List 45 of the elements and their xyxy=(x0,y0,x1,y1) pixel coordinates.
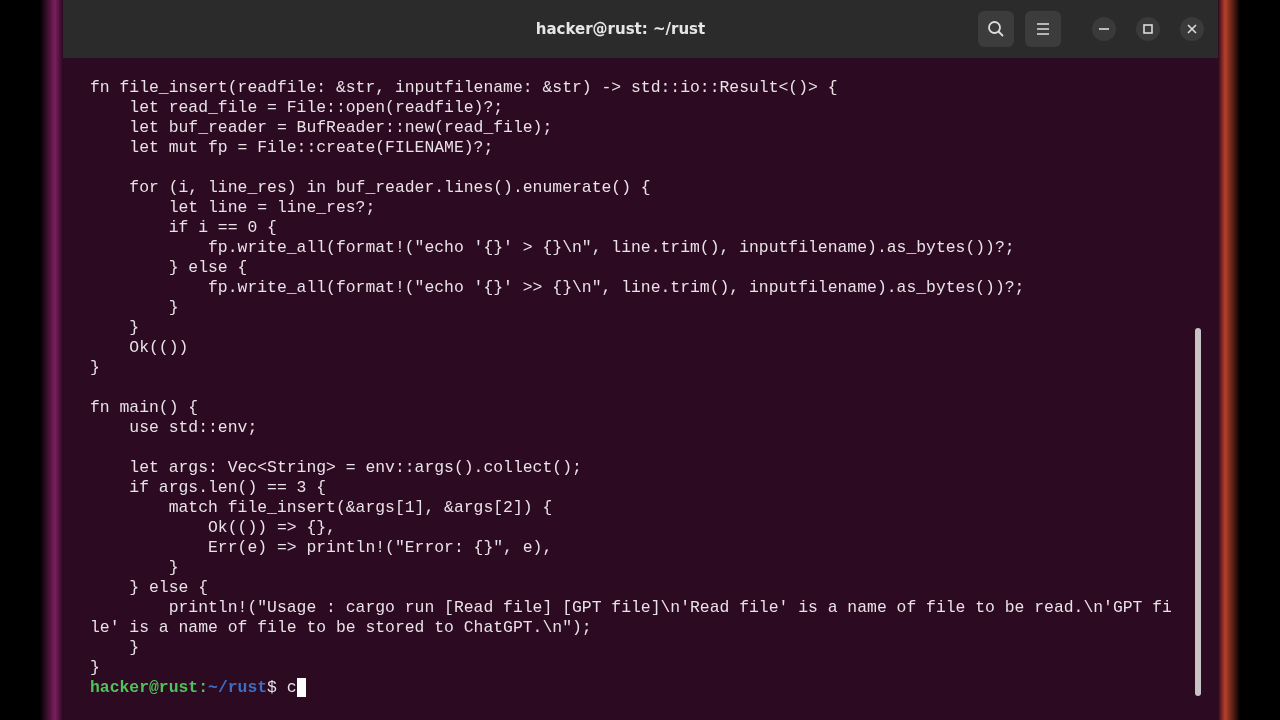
minimize-button[interactable] xyxy=(1092,17,1116,41)
code-line: let mut fp = File::create(FILENAME)?; xyxy=(128,138,495,158)
maximize-icon xyxy=(1143,24,1153,34)
search-button[interactable] xyxy=(978,11,1014,47)
code-line: } xyxy=(128,318,141,338)
code-line: fp.write_all(format!("echo '{}' >> {}\n", line.trim(), inputfilename).as_bytes())?; xyxy=(207,278,1026,298)
code-line: for (i, line_res) in buf_reader.lines().enumerate() { xyxy=(128,178,652,198)
maximize-button[interactable] xyxy=(1136,17,1160,41)
code-line: match file_insert(&args[1], &args[2]) { xyxy=(167,498,554,518)
code-line: if args.len() == 3 { xyxy=(128,478,328,498)
code-line: let args: Vec<String> = env::args().collect(); xyxy=(128,458,583,478)
prompt-separator: : xyxy=(198,678,209,697)
code-line: use std::env; xyxy=(128,418,259,438)
code-line: } else { xyxy=(128,578,210,598)
code-line: let buf_reader = BufReader::new(read_file); xyxy=(128,118,554,138)
close-icon xyxy=(1187,24,1197,34)
code-line: } xyxy=(167,298,180,318)
prompt-user-host: hacker@rust xyxy=(90,678,199,697)
code-line: } xyxy=(90,358,101,378)
code-line: Ok(()) => {}, xyxy=(207,518,337,538)
code-line: fp.write_all(format!("echo '{}' > {}\n", line.trim(), inputfilename).as_bytes())?; xyxy=(207,238,1016,258)
text-cursor xyxy=(296,678,307,697)
code-line: } xyxy=(167,558,180,578)
code-line: } xyxy=(90,658,101,678)
code-line: if i == 0 { xyxy=(167,218,278,238)
close-button[interactable] xyxy=(1180,17,1204,41)
menu-button[interactable] xyxy=(1025,11,1061,47)
command-text: c xyxy=(286,678,297,697)
minimize-icon xyxy=(1099,28,1109,30)
code-line: let line = line_res?; xyxy=(167,198,377,218)
window-title: hacker@rust: ~/rust xyxy=(534,18,707,40)
code-line: le' is a name of file to be stored to ChatGPT.\n"); xyxy=(90,618,593,638)
code-line: fn main() { xyxy=(90,398,200,418)
code-line: } xyxy=(128,638,141,658)
search-icon xyxy=(987,20,1005,38)
prompt-symbol: $ xyxy=(267,678,277,697)
code-line: } else { xyxy=(167,258,249,278)
scrollbar-thumb[interactable] xyxy=(1195,328,1201,696)
prompt-path: ~/rust xyxy=(208,678,268,697)
menu-icon xyxy=(1036,23,1050,35)
code-line: let read_file = File::open(readfile)?; xyxy=(128,98,505,118)
code-line: fn file_insert(readfile: &str, inputfilename: &str) -> std::io::Result<()> { xyxy=(90,78,839,98)
code-line: Ok(()) xyxy=(128,338,190,358)
code-line: Err(e) => println!("Error: {}", e), xyxy=(207,538,554,558)
code-line: println!("Usage : cargo run [Read file] [GPT file]\n'Read file' is a name of file to be read.\n'GPT fi xyxy=(167,598,1173,618)
